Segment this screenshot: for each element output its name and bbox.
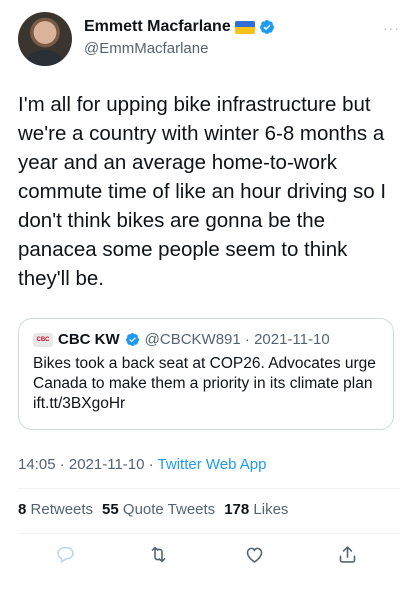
retweet-icon	[151, 546, 165, 562]
engagement-stats: 8 Retweets 55 Quote Tweets 178 Likes	[18, 501, 288, 518]
likes-count: 178	[224, 501, 250, 518]
more-icon[interactable]: ···	[383, 20, 400, 36]
likes-label: Likes	[253, 501, 289, 518]
verified-icon	[125, 332, 139, 347]
quote-tweets-stat[interactable]: 55 Quote Tweets	[102, 501, 215, 518]
author-name-row: Emmett Macfarlane	[84, 18, 275, 36]
action-bar	[0, 540, 414, 570]
share-button[interactable]	[333, 540, 361, 568]
retweets-stat[interactable]: 8 Retweets	[18, 501, 93, 518]
avatar[interactable]	[18, 12, 72, 66]
retweets-label: Retweets	[30, 501, 94, 518]
likes-stat[interactable]: 178 Likes	[224, 501, 288, 518]
tweet-meta: 14:05 · 2021-11-10 · Twitter Web App	[18, 456, 267, 473]
ukraine-flag-icon	[234, 20, 255, 34]
quoted-tweet-text: Bikes took a back seat at COP26. Advocat…	[33, 355, 376, 412]
tweet-header: Emmett Macfarlane @EmmMacfarlane ···	[18, 12, 400, 68]
tweet-source-link[interactable]: Twitter Web App	[158, 456, 267, 473]
author-name[interactable]: Emmett Macfarlane	[84, 18, 231, 36]
verified-icon	[259, 20, 274, 34]
tweet-text: I'm all for upping bike infrastructure b…	[18, 93, 387, 290]
divider	[18, 533, 400, 534]
quoted-author-name: CBC KW	[58, 331, 120, 348]
quoted-tweet-header: CBC CBC KW @CBCKW891 · 2021-11-10	[33, 331, 379, 348]
quotes-label: Quote Tweets	[122, 501, 216, 518]
like-button[interactable]	[240, 540, 268, 568]
author-handle[interactable]: @EmmMacfarlane	[84, 40, 275, 57]
reply-icon	[56, 546, 74, 563]
like-icon	[246, 547, 262, 563]
retweet-button[interactable]	[144, 540, 172, 568]
author-block: Emmett Macfarlane @EmmMacfarlane	[84, 18, 275, 57]
share-icon	[339, 545, 355, 563]
cbc-logo-icon: CBC	[33, 332, 53, 347]
quotes-count: 55	[102, 501, 119, 518]
tweet-timestamp[interactable]: 14:05 · 2021-11-10 ·	[18, 456, 158, 473]
retweets-count: 8	[18, 501, 27, 518]
quoted-handle-date: @CBCKW891 · 2021-11-10	[144, 331, 330, 348]
reply-button[interactable]	[51, 540, 79, 568]
divider	[18, 488, 400, 489]
quoted-tweet[interactable]: CBC CBC KW @CBCKW891 · 2021-11-10 Bikes …	[18, 318, 394, 430]
